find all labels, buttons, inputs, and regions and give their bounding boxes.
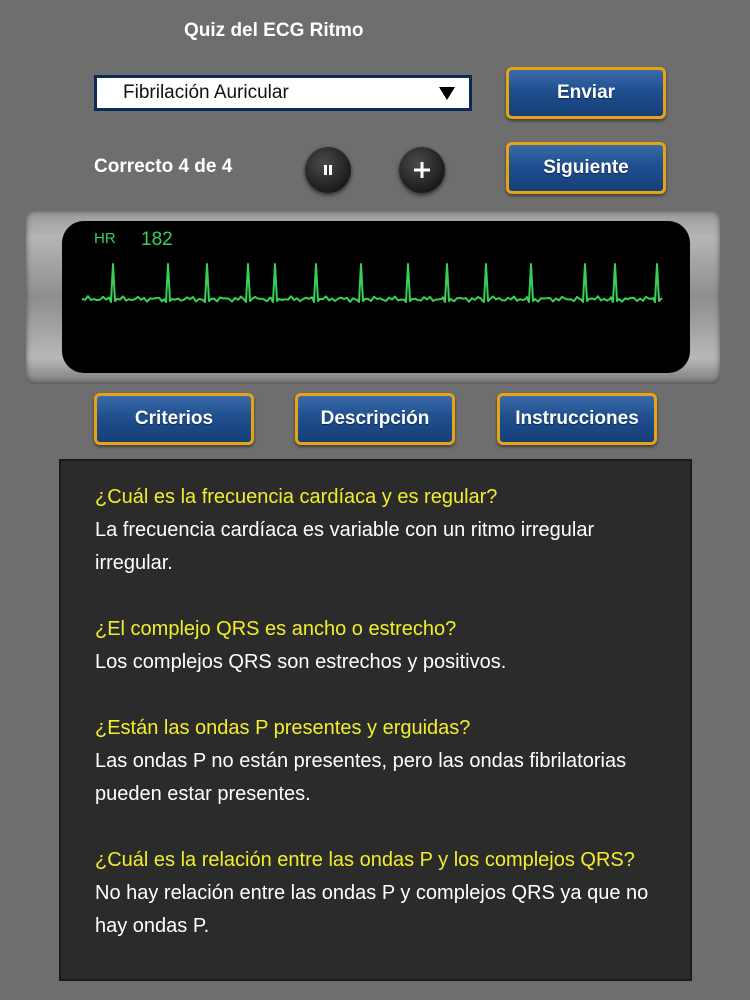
plus-icon	[414, 162, 430, 178]
instructions-button[interactable]: Instrucciones	[497, 393, 657, 445]
select-value: Fibrilación Auricular	[123, 82, 289, 103]
description-button[interactable]: Descripción	[295, 393, 455, 445]
dropdown-arrow-icon[interactable]	[439, 87, 455, 100]
page-title: Quiz del ECG Ritmo	[184, 20, 364, 41]
description-question-2: ¿El complejo QRS es ancho o estrecho?	[95, 618, 457, 640]
description-question-1: ¿Cuál es la frecuencia cardíaca y es reg…	[95, 486, 498, 508]
ecg-trace	[81, 263, 663, 303]
description-answer-4: No hay relación entre las ondas P y comp…	[95, 882, 649, 937]
description-answer-1: La frecuencia cardíaca es variable con u…	[95, 519, 595, 574]
submit-button[interactable]: Enviar	[506, 67, 666, 119]
description-answer-3: Las ondas P no están presentes, pero las…	[95, 750, 627, 805]
description-question-3: ¿Están las ondas P presentes y erguidas?	[95, 717, 471, 739]
rhythm-answer-select[interactable]: Fibrilación Auricular	[94, 75, 472, 111]
criteria-button[interactable]: Criterios	[94, 393, 254, 445]
score-text: Correcto 4 de 4	[94, 156, 233, 177]
description-answer-2: Los complejos QRS son estrechos y positi…	[95, 651, 507, 673]
next-button[interactable]: Siguiente	[506, 142, 666, 194]
description-question-4: ¿Cuál es la relación entre las ondas P y…	[95, 849, 635, 871]
description-panel: ¿Cuál es la frecuencia cardíaca y es reg…	[59, 459, 692, 981]
pause-icon	[324, 165, 332, 175]
pause-button[interactable]	[305, 147, 351, 193]
add-button[interactable]	[399, 147, 445, 193]
